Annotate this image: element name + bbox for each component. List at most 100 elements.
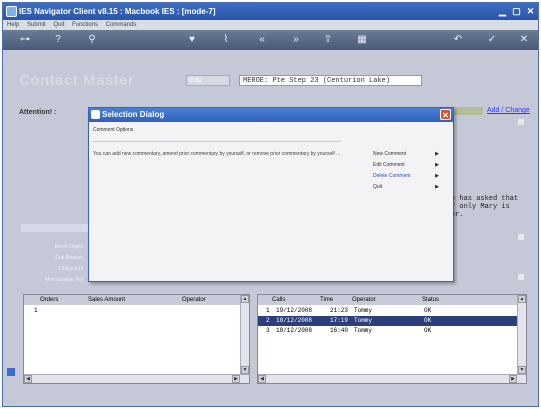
side-field[interactable] [518,119,524,125]
fast-forward-icon[interactable]: » [289,33,303,47]
side-tab[interactable] [7,368,15,376]
col-operator: Operator [352,297,376,303]
status-indicator [453,107,483,115]
dialog-close-button[interactable]: ✕ [440,109,451,120]
page-title: Contact Master [19,72,135,89]
call-status: OK [424,307,432,314]
scroll-down-icon[interactable]: ▼ [518,366,526,374]
row-number: 1 [34,307,38,314]
table-row[interactable]: 1 19/12/2008 21:23 Tommy OK [258,306,526,316]
table-header: Orders Sales Amount Operator [24,295,249,305]
title-bar: IES Navigator Client v8.15 : Macbook IES… [3,3,538,20]
app-window: IES Navigator Client v8.15 : Macbook IES… [2,2,539,407]
close-icon[interactable]: ✕ [517,33,531,47]
comment-options-label: Comment Options [93,127,134,133]
check-icon[interactable]: ✓ [485,33,499,47]
window-title: IES Navigator Client v8.15 : Macbook IES… [19,7,216,16]
menu-item-quit[interactable]: Quit ▶ [373,184,439,190]
scroll-right-icon[interactable]: ▶ [232,375,240,383]
call-operator: Tommy [354,307,373,314]
scroll-left-icon[interactable]: ◀ [24,375,32,383]
vertical-scrollbar[interactable]: ▲ ▼ [517,295,526,383]
col-orders: Orders [40,297,59,303]
search-icon[interactable]: ⚲ [85,33,99,47]
menu-commands[interactable]: Commands [106,22,137,28]
table-row[interactable]: 2 18/12/2008 17:19 Tommy OK [258,316,519,326]
dialog-title-bar: Selection Dialog ✕ [89,108,453,122]
col-time: Time [320,297,334,303]
side-field[interactable] [518,274,524,280]
side-field[interactable] [518,234,524,240]
orders-table[interactable]: Orders Sales Amount Operator 1 ▲ ▼ ◀ ▶ [23,294,250,384]
row-number: 1 [266,307,270,314]
field-label: Bnom Orgen [54,244,83,250]
left-field-strip[interactable] [21,224,89,232]
menu-help[interactable]: Help [7,22,19,28]
comment-text: e has asked that f only Mary is er. [451,195,518,219]
selection-dialog: Selection Dialog ✕ Comment Options You c… [88,107,454,282]
scroll-up-icon[interactable]: ▲ [241,295,249,303]
comment-line: e has asked that [451,195,519,203]
code-field[interactable]: 0082 [186,75,230,86]
call-time: 16:40 [330,327,349,334]
add-change-link[interactable]: Add / Change [487,107,530,114]
maximize-icon[interactable]: ▢ [510,5,523,17]
close-icon[interactable]: ✕ [524,5,537,17]
table-header: Calls Time Operator Status [258,295,526,305]
calls-table[interactable]: Calls Time Operator Status 1 19/12/2008 … [257,294,527,384]
menu-submit[interactable]: Submit [27,22,46,28]
help-icon[interactable]: ? [51,33,65,47]
chevron-right-icon: ▶ [435,151,439,157]
app-icon [6,6,17,17]
rewind-icon[interactable]: « [255,33,269,47]
key-icon[interactable]: ⊶ [15,33,35,47]
grid-icon[interactable]: ▦ [355,33,369,47]
dialog-icon [91,110,100,119]
menu-item-label: Edit Comment [373,162,405,168]
field-label: Ttl Account [58,266,83,272]
attention-label: Attention! : [19,109,57,116]
dialog-title: Selection Dialog [102,110,165,119]
menu-bar: Help Submit Quit Functions Commands [3,20,538,30]
call-date: 19/12/2008 [276,307,313,314]
description-field[interactable]: MEROE: Pte Step 23 (Centurion Lake) [239,75,422,86]
scroll-left-icon[interactable]: ◀ [258,375,266,383]
field-label: Cntl Reason [55,255,83,261]
chevron-right-icon: ▶ [435,184,439,190]
col-operator: Operator [182,297,206,303]
row-number: 2 [266,317,270,324]
back-icon[interactable]: ↶ [451,33,465,47]
field-label: Merchandise Ref [45,277,83,283]
call-date: 18/12/2008 [276,327,313,334]
divider [93,141,341,142]
toolbar: ⊶ ? ⚲ ♥ ⌇ « » ⇧ ▦ ↶ ✓ ✕ [3,30,538,50]
menu-item-delete-comment[interactable]: Delete Comment ▶ [373,173,439,179]
col-status: Status [422,297,440,303]
table-row[interactable]: 3 18/12/2008 16:40 Tommy OK [258,326,526,336]
table-row[interactable]: 1 [24,306,249,316]
dialog-message: You can add new commentary, amend prior … [93,151,341,157]
heart-icon[interactable]: ♥ [185,33,199,47]
vertical-scrollbar[interactable]: ▲ ▼ [240,295,249,383]
upload-icon[interactable]: ⇧ [321,33,335,47]
call-operator: Tommy [354,317,373,324]
chevron-right-icon: ▶ [435,162,439,168]
call-operator: Tommy [354,327,373,334]
horizontal-scrollbar[interactable]: ◀ ▶ [24,374,249,383]
call-time: 17:19 [330,317,349,324]
comment-line: er. [451,211,464,219]
scroll-up-icon[interactable]: ▲ [518,295,526,303]
menu-functions[interactable]: Functions [72,22,98,28]
clip-icon[interactable]: ⌇ [219,33,233,47]
menu-item-new-comment[interactable]: New Comment ▶ [373,151,439,157]
horizontal-scrollbar[interactable]: ◀ ▶ [258,374,526,383]
menu-item-label: Quit [373,184,383,190]
minimize-icon[interactable]: ▁ [496,5,509,17]
row-number: 3 [266,327,270,334]
scroll-down-icon[interactable]: ▼ [241,366,249,374]
col-calls: Calls [272,297,286,303]
call-time: 21:23 [330,307,349,314]
scroll-right-icon[interactable]: ▶ [509,375,517,383]
menu-item-edit-comment[interactable]: Edit Comment ▶ [373,162,439,168]
menu-quit[interactable]: Quit [53,22,64,28]
